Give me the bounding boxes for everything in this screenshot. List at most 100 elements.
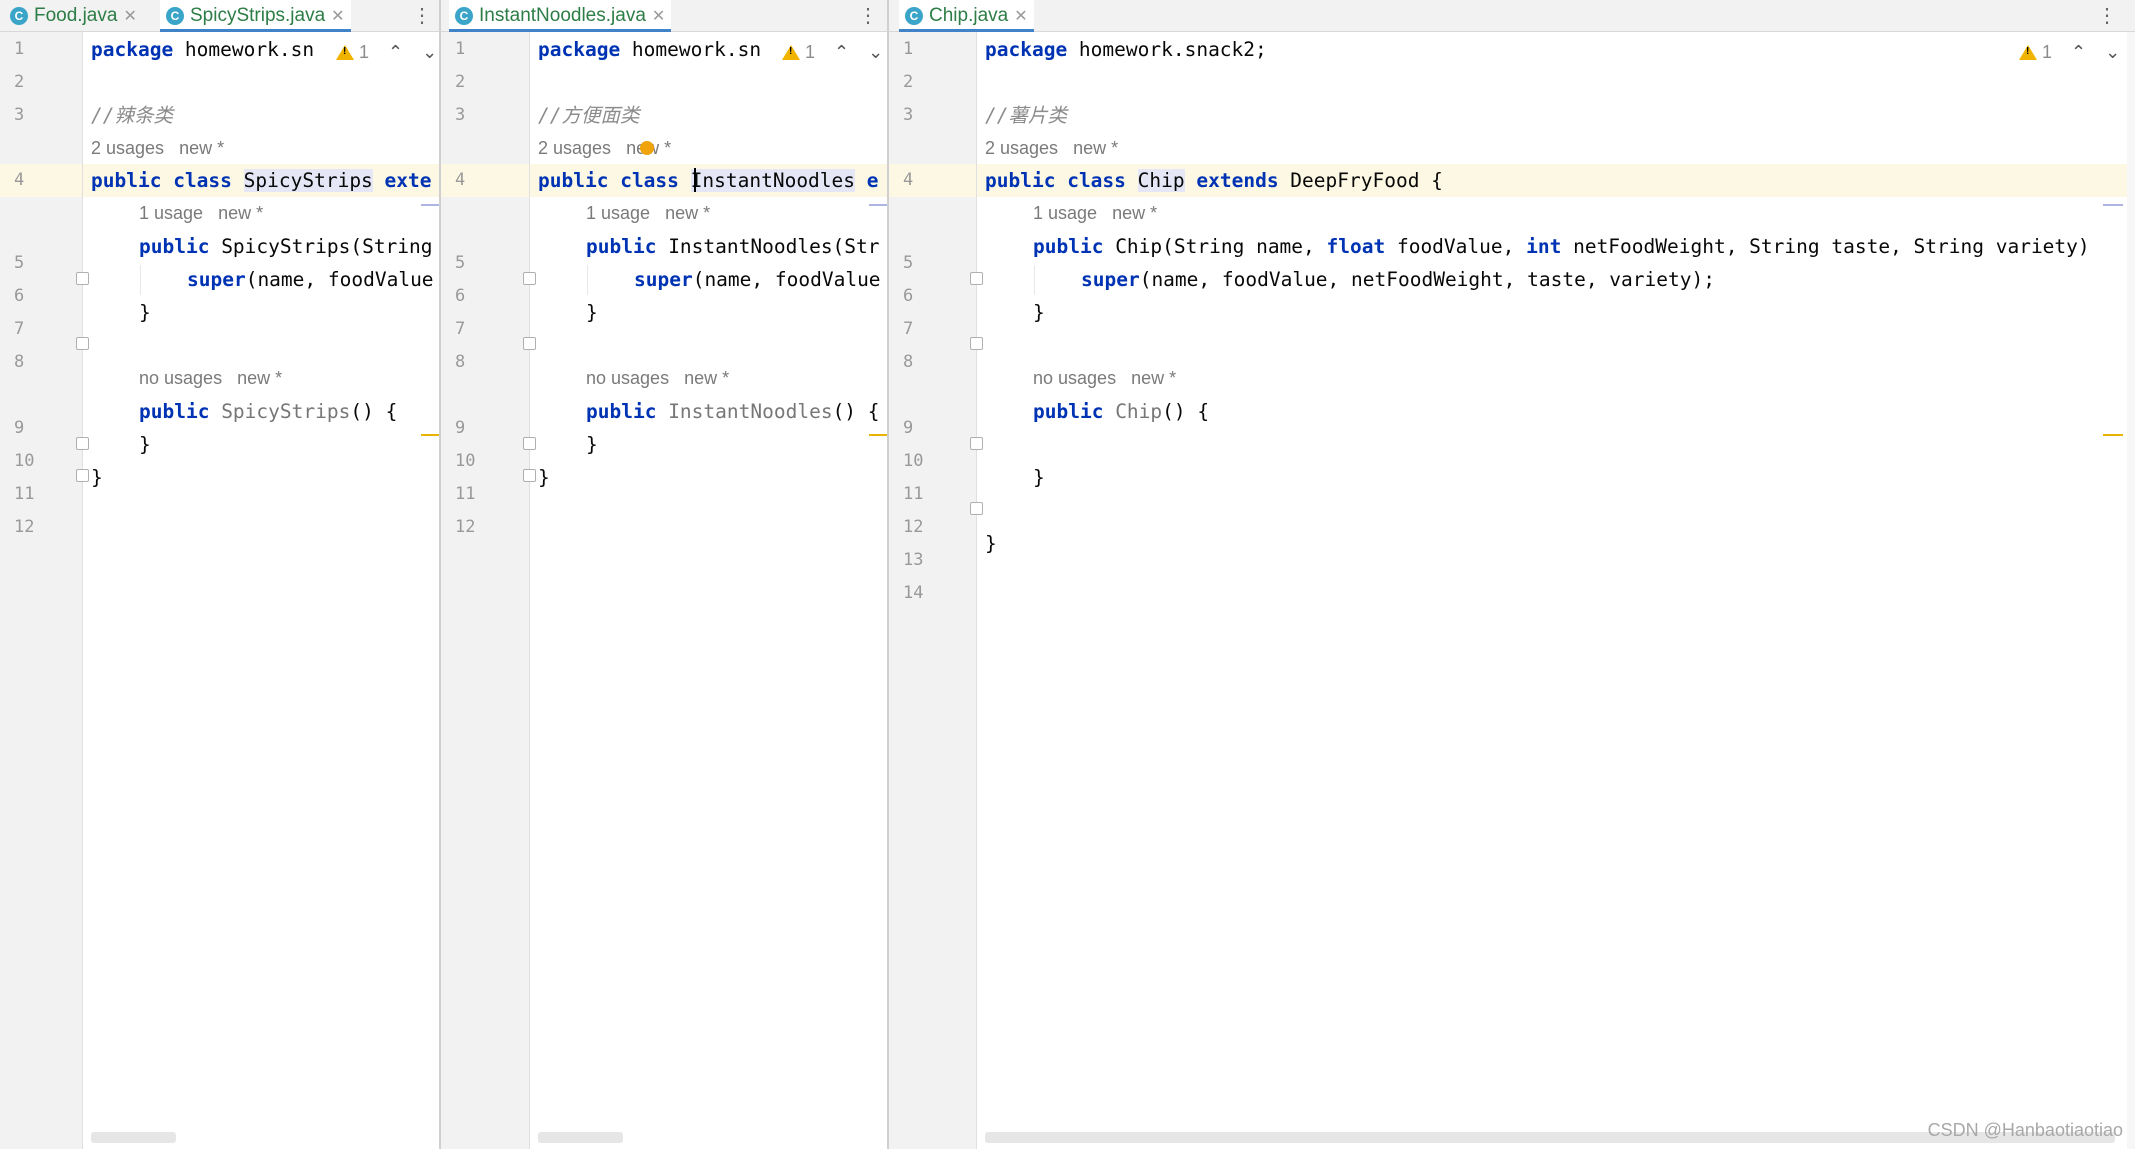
fold-icon[interactable] <box>76 437 89 450</box>
close-icon[interactable]: ✕ <box>1014 6 1027 26</box>
code-line-noarg-constructor: public InstantNoodles() { <box>586 400 880 423</box>
code-line-class-decl: public class SpicyStrips exte <box>91 169 432 192</box>
java-class-icon: C <box>10 6 28 25</box>
tab-label: Chip.java <box>929 4 1009 26</box>
tab-bar: C Chip.java ✕ ⋮ <box>889 0 2135 32</box>
warning-icon <box>782 45 800 60</box>
usages-hint[interactable]: 1 usage new * <box>139 197 263 230</box>
fold-icon[interactable] <box>970 437 983 450</box>
usages-hint[interactable]: no usages new * <box>586 362 729 395</box>
fold-icon[interactable] <box>523 337 536 350</box>
code-line-class-decl: public class Chip extends DeepFryFood { <box>985 169 1443 192</box>
change-marker <box>421 204 439 206</box>
warning-count: 1 <box>359 42 370 62</box>
line-number: 9 <box>14 418 25 438</box>
line-number: 10 <box>455 451 476 471</box>
java-class-icon: C <box>905 6 923 25</box>
tab-instantnoodles-java[interactable]: C InstantNoodles.java ✕ <box>449 0 672 32</box>
usages-hint[interactable]: 1 usage new * <box>1033 197 1157 230</box>
code-line-super: super(name, foodValue, netFoodWeight, ta… <box>1081 268 1715 291</box>
warning-count: 1 <box>805 42 816 62</box>
line-number: 12 <box>455 517 476 537</box>
line-number: 4 <box>903 170 914 190</box>
horizontal-scrollbar[interactable] <box>91 1132 176 1143</box>
fold-icon[interactable] <box>970 272 983 285</box>
close-icon[interactable]: ✕ <box>652 6 665 26</box>
code-line-noarg-constructor: public Chip() { <box>1033 400 1210 423</box>
tab-food-java[interactable]: C Food.java ✕ <box>4 0 143 31</box>
line-number: 4 <box>455 170 466 190</box>
chevron-up-icon[interactable]: ⌃ <box>834 42 849 63</box>
tab-label: Food.java <box>34 4 118 26</box>
line-number: 3 <box>903 105 914 125</box>
usages-hint[interactable]: no usages new * <box>1033 362 1176 395</box>
more-options-icon[interactable]: ⋮ <box>2097 0 2117 31</box>
fold-icon[interactable] <box>76 337 89 350</box>
usages-hint[interactable]: no usages new * <box>139 362 282 395</box>
watermark: CSDN @Hanbaotiaotiao <box>1927 1120 2123 1140</box>
warning-indicator[interactable]: 1 ⌃ ⌄ <box>2019 42 2120 63</box>
chevron-up-icon[interactable]: ⌃ <box>388 42 403 63</box>
fold-icon[interactable] <box>523 272 536 285</box>
usages-hint[interactable]: 2 usages new * <box>985 132 1118 165</box>
line-number: 2 <box>455 72 466 92</box>
code-line-brace: } <box>586 433 598 456</box>
line-number: 4 <box>14 170 25 190</box>
usages-hint[interactable]: 1 usage new * <box>586 197 710 230</box>
warning-indicator[interactable]: 1 ⌃ ⌄ <box>336 42 437 63</box>
warning-count: 1 <box>2042 42 2053 62</box>
line-number: 9 <box>455 418 466 438</box>
line-number: 5 <box>455 253 466 273</box>
line-number: 1 <box>14 39 25 59</box>
fold-icon[interactable] <box>970 502 983 515</box>
line-number: 1 <box>455 39 466 59</box>
line-number: 2 <box>14 72 25 92</box>
warning-indicator[interactable]: 1 ⌃ ⌄ <box>782 42 883 63</box>
code-line: package homework.sn <box>538 38 762 61</box>
code-line-super: super(name, foodValue <box>634 268 881 291</box>
warning-marker[interactable] <box>421 434 439 436</box>
tab-chip-java[interactable]: C Chip.java ✕ <box>899 0 1034 32</box>
lightbulb-icon[interactable] <box>640 141 654 155</box>
code-comment: //辣条类 <box>91 104 173 127</box>
line-number: 8 <box>14 352 25 372</box>
fold-icon[interactable] <box>523 437 536 450</box>
code-comment: //薯片类 <box>985 104 1067 127</box>
line-number: 5 <box>903 253 914 273</box>
line-number: 6 <box>903 286 914 306</box>
code-line-brace: } <box>586 301 598 324</box>
horizontal-scrollbar[interactable] <box>538 1132 623 1143</box>
code-line-brace: } <box>91 466 103 489</box>
chevron-down-icon[interactable]: ⌄ <box>868 42 883 63</box>
vertical-scrollbar[interactable] <box>2127 32 2135 1149</box>
code-line-brace: } <box>139 301 151 324</box>
gutter: 1 2 3 4 5 6 7 8 9 10 11 12 13 14 <box>889 32 983 1149</box>
tab-label: InstantNoodles.java <box>479 4 646 26</box>
close-icon[interactable]: ✕ <box>123 6 136 26</box>
chevron-up-icon[interactable]: ⌃ <box>2071 42 2086 63</box>
line-number: 11 <box>455 484 476 504</box>
fold-icon[interactable] <box>970 337 983 350</box>
chevron-down-icon[interactable]: ⌄ <box>422 42 437 63</box>
fold-icon[interactable] <box>76 469 89 482</box>
fold-icon[interactable] <box>76 272 89 285</box>
line-number: 3 <box>455 105 466 125</box>
usages-hint[interactable]: 2 usages new * <box>91 132 224 165</box>
warning-icon <box>336 45 354 60</box>
line-number: 7 <box>455 319 466 339</box>
warning-marker[interactable] <box>2103 434 2123 436</box>
code-line-brace: } <box>1033 301 1045 324</box>
close-icon[interactable]: ✕ <box>331 6 344 26</box>
line-number: 12 <box>903 517 924 537</box>
warning-marker[interactable] <box>869 434 887 436</box>
more-options-icon[interactable]: ⋮ <box>412 0 432 31</box>
fold-icon[interactable] <box>523 469 536 482</box>
more-options-icon[interactable]: ⋮ <box>858 0 878 31</box>
text-caret <box>694 168 696 192</box>
line-number: 14 <box>903 583 924 603</box>
code-line-brace: } <box>538 466 550 489</box>
chevron-down-icon[interactable]: ⌄ <box>2105 42 2120 63</box>
line-number: 8 <box>455 352 466 372</box>
line-number: 9 <box>903 418 914 438</box>
tab-spicystrips-java[interactable]: C SpicyStrips.java ✕ <box>160 0 351 32</box>
